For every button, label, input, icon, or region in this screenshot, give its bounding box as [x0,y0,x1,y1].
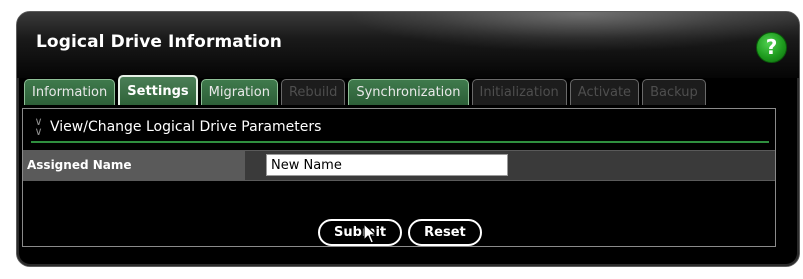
tab-initialization: Initialization [471,79,567,105]
tab-synchronization[interactable]: Synchronization [348,79,469,105]
mouse-pointer-icon [363,223,377,244]
title-bar-sheen [347,12,799,52]
section-header[interactable]: ∨ ∨ View/Change Logical Drive Parameters [33,116,322,137]
tab-backup: Backup [642,79,706,105]
settings-panel: ∨ ∨ View/Change Logical Drive Parameters … [22,108,776,247]
assigned-name-label: Assigned Name [23,151,245,180]
section-divider [31,141,769,143]
tab-activate: Activate [569,79,640,105]
form-buttons: Submit Reset [318,219,482,246]
assigned-name-input[interactable] [266,154,508,176]
section-title: View/Change Logical Drive Parameters [50,119,322,135]
tab-migration[interactable]: Migration [200,79,278,105]
submit-button[interactable]: Submit [318,219,403,246]
double-chevron-down-icon[interactable]: ∨ ∨ [33,116,44,137]
title-bar: Logical Drive Information ? [17,12,799,78]
tab-settings[interactable]: Settings [118,75,198,105]
window-title: Logical Drive Information [36,32,282,52]
help-icon[interactable]: ? [756,32,787,63]
logical-drive-window: Logical Drive Information ? Information … [16,11,800,267]
assigned-name-row: Assigned Name [23,150,775,181]
tab-bar: Information Settings Migration Rebuild S… [24,75,706,105]
tab-information[interactable]: Information [24,79,116,105]
reset-button[interactable]: Reset [408,219,482,246]
tab-rebuild: Rebuild [280,79,346,105]
